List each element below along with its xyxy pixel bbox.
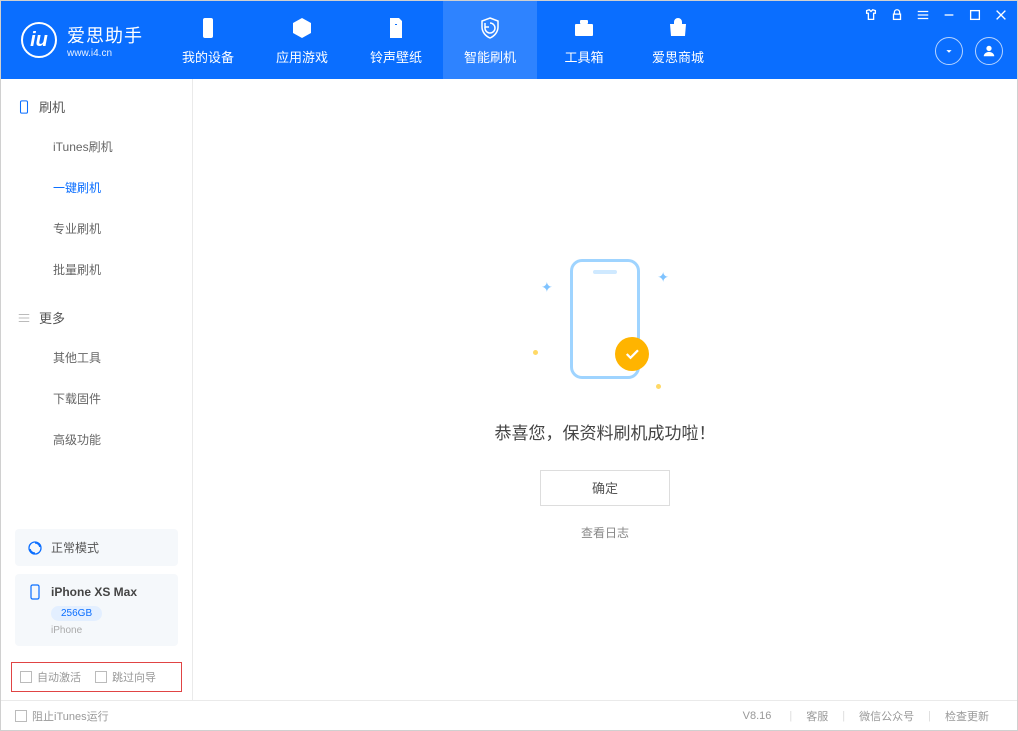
download-icon[interactable] (935, 37, 963, 65)
nav-tab-label: 爱思商城 (652, 47, 704, 66)
user-icon[interactable] (975, 37, 1003, 65)
store-icon (665, 15, 691, 41)
window-controls (863, 7, 1009, 23)
sidebar-item-download-firmware[interactable]: 下载固件 (1, 378, 192, 419)
footer-link-wechat[interactable]: 微信公众号 (845, 708, 928, 724)
checkbox-icon (95, 671, 107, 683)
nav-tab-flash[interactable]: 智能刷机 (443, 1, 537, 79)
device-storage: 256GB (51, 606, 102, 621)
sidebar-section-flash: 刷机 (1, 79, 192, 126)
checkbox-label: 自动激活 (37, 669, 81, 685)
dot-icon (533, 350, 538, 355)
sidebar-item-itunes-flash[interactable]: iTunes刷机 (1, 126, 192, 167)
ok-button[interactable]: 确定 (540, 470, 670, 506)
mode-label: 正常模式 (51, 539, 99, 556)
version-label: V8.16 (743, 710, 772, 722)
refresh-shield-icon (477, 15, 503, 41)
nav-tab-apps[interactable]: 应用游戏 (255, 1, 349, 79)
footer-link-support[interactable]: 客服 (792, 708, 842, 724)
sparkle-icon: ✦ (657, 269, 669, 286)
nav-tab-label: 我的设备 (182, 47, 234, 66)
minimize-icon[interactable] (941, 7, 957, 23)
logo-icon: iu (21, 22, 57, 58)
nav-tab-label: 智能刷机 (464, 47, 516, 66)
app-domain: www.i4.cn (67, 48, 143, 59)
phone-small-icon (27, 584, 43, 600)
logo-text: 爱思助手 www.i4.cn (67, 22, 143, 59)
list-icon (17, 311, 31, 325)
nav-tab-ringtone[interactable]: 铃声壁纸 (349, 1, 443, 79)
flash-options-highlight: 自动激活 跳过向导 (11, 662, 182, 692)
nav-tab-device[interactable]: 我的设备 (161, 1, 255, 79)
checkbox-skip-guide[interactable]: 跳过向导 (95, 669, 156, 685)
checkbox-icon (15, 710, 27, 722)
lock-icon[interactable] (889, 7, 905, 23)
view-log-link[interactable]: 查看日志 (581, 524, 629, 541)
footer-link-update[interactable]: 检查更新 (931, 708, 1003, 724)
checkbox-block-itunes[interactable]: 阻止iTunes运行 (15, 708, 109, 724)
close-icon[interactable] (993, 7, 1009, 23)
nav-tab-label: 工具箱 (564, 47, 603, 66)
device-mode-box[interactable]: 正常模式 (15, 529, 178, 566)
sidebar-section-more: 更多 (1, 290, 192, 337)
checkbox-label: 阻止iTunes运行 (32, 708, 109, 724)
sidebar-item-batch-flash[interactable]: 批量刷机 (1, 249, 192, 290)
cube-icon (289, 15, 315, 41)
sync-icon (27, 540, 43, 556)
dot-icon (656, 384, 661, 389)
nav-tab-toolbox[interactable]: 工具箱 (537, 1, 631, 79)
music-file-icon (383, 15, 409, 41)
success-illustration: ✦ ✦ (505, 239, 705, 399)
maximize-icon[interactable] (967, 7, 983, 23)
device-icon (195, 15, 221, 41)
footer-links: | 客服 | 微信公众号 | 检查更新 (789, 708, 1003, 724)
success-message: 恭喜您，保资料刷机成功啦！ (495, 419, 716, 444)
app-body: 刷机 iTunes刷机 一键刷机 专业刷机 批量刷机 更多 其他工具 下载固件 … (1, 79, 1017, 700)
sidebar-item-oneclick-flash[interactable]: 一键刷机 (1, 167, 192, 208)
sidebar-item-other-tools[interactable]: 其他工具 (1, 337, 192, 378)
sidebar: 刷机 iTunes刷机 一键刷机 专业刷机 批量刷机 更多 其他工具 下载固件 … (1, 79, 193, 700)
sidebar-item-advanced[interactable]: 高级功能 (1, 419, 192, 460)
device-name: iPhone XS Max (51, 585, 137, 599)
app-header: iu 爱思助手 www.i4.cn 我的设备 应用游戏 铃声壁纸 智能刷机 工具… (1, 1, 1017, 79)
device-info-box[interactable]: iPhone XS Max 256GB iPhone (15, 574, 178, 646)
device-type: iPhone (51, 625, 166, 636)
success-check-icon (615, 337, 649, 371)
checkbox-icon (20, 671, 32, 683)
nav-tab-label: 铃声壁纸 (370, 47, 422, 66)
nav-tabs: 我的设备 应用游戏 铃声壁纸 智能刷机 工具箱 爱思商城 (161, 1, 725, 79)
logo-section[interactable]: iu 爱思助手 www.i4.cn (1, 22, 161, 59)
section-title: 刷机 (39, 97, 65, 116)
header-actions (935, 37, 1003, 65)
menu-icon[interactable] (915, 7, 931, 23)
nav-tab-store[interactable]: 爱思商城 (631, 1, 725, 79)
app-name: 爱思助手 (67, 22, 143, 48)
section-title: 更多 (39, 308, 65, 327)
nav-tab-label: 应用游戏 (276, 47, 328, 66)
checkbox-auto-activate[interactable]: 自动激活 (20, 669, 81, 685)
sidebar-item-pro-flash[interactable]: 专业刷机 (1, 208, 192, 249)
toolbox-icon (571, 15, 597, 41)
sparkle-icon: ✦ (541, 279, 553, 296)
status-bar: 阻止iTunes运行 V8.16 | 客服 | 微信公众号 | 检查更新 (1, 700, 1017, 730)
main-content: ✦ ✦ 恭喜您，保资料刷机成功啦！ 确定 查看日志 (193, 79, 1017, 700)
checkbox-label: 跳过向导 (112, 669, 156, 685)
shirt-icon[interactable] (863, 7, 879, 23)
phone-icon (17, 100, 31, 114)
